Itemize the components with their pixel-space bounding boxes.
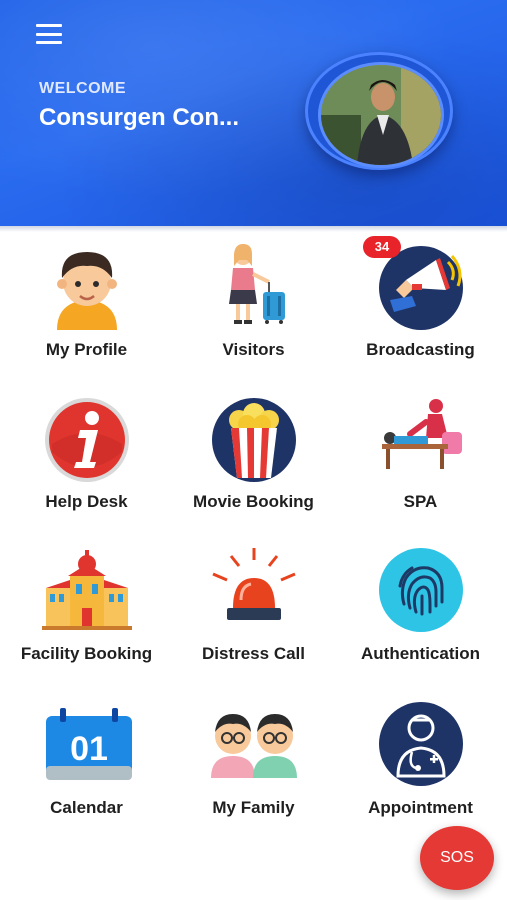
calendar-day: 01 [70, 730, 108, 768]
tile-appointment[interactable]: Appointment [336, 690, 505, 840]
tile-label: Calendar [50, 798, 123, 817]
tile-my-profile[interactable]: My Profile [2, 232, 171, 382]
tile-facility-booking[interactable]: Facility Booking [2, 536, 171, 686]
tile-authentication[interactable]: Authentication [336, 536, 505, 686]
welcome-label: WELCOME [39, 80, 127, 97]
tile-label: My Profile [45, 340, 128, 359]
tile-calendar[interactable]: 01 Calendar [2, 690, 171, 840]
tile-label: Broadcasting [366, 340, 475, 359]
tile-label: Help Desk [45, 492, 128, 511]
calendar-icon: 01 [46, 708, 132, 780]
tile-movie-booking[interactable]: Movie Booking [169, 384, 338, 534]
profile-header: WELCOME Consurgen Con... [0, 0, 507, 226]
tile-my-family[interactable]: My Family [169, 690, 338, 840]
tile-distress-call[interactable]: Distress Call [169, 536, 338, 686]
tile-label: Movie Booking [193, 492, 314, 511]
tile-broadcasting[interactable]: Broadcasting [336, 232, 505, 382]
building-icon [42, 550, 132, 630]
traveler-luggage-icon [229, 244, 285, 324]
hamburger-menu-icon[interactable] [36, 24, 62, 44]
user-name: Consurgen Con... [39, 104, 239, 131]
tile-help-desk[interactable]: Help Desk [2, 384, 171, 534]
sos-button[interactable]: SOS [420, 826, 494, 890]
massage-icon [382, 399, 462, 469]
broadcasting-count-badge: 34 [363, 236, 401, 258]
popcorn-icon [212, 398, 296, 482]
tile-label: Visitors [222, 340, 285, 359]
avatar[interactable] [318, 62, 444, 168]
tile-label: Distress Call [202, 644, 305, 663]
tile-label: Facility Booking [20, 644, 153, 663]
tile-label: SPA [403, 492, 438, 511]
doctor-icon [379, 702, 463, 786]
fingerprint-icon [379, 548, 463, 632]
boy-avatar-icon [57, 252, 117, 330]
tile-visitors[interactable]: Visitors [169, 232, 338, 382]
tile-label: Authentication [361, 644, 480, 663]
tile-label: Appointment [368, 798, 473, 817]
info-icon [45, 398, 129, 482]
tile-label: My Family [212, 798, 295, 817]
family-icon [211, 714, 297, 778]
tile-spa[interactable]: SPA [336, 384, 505, 534]
siren-icon [212, 548, 296, 620]
